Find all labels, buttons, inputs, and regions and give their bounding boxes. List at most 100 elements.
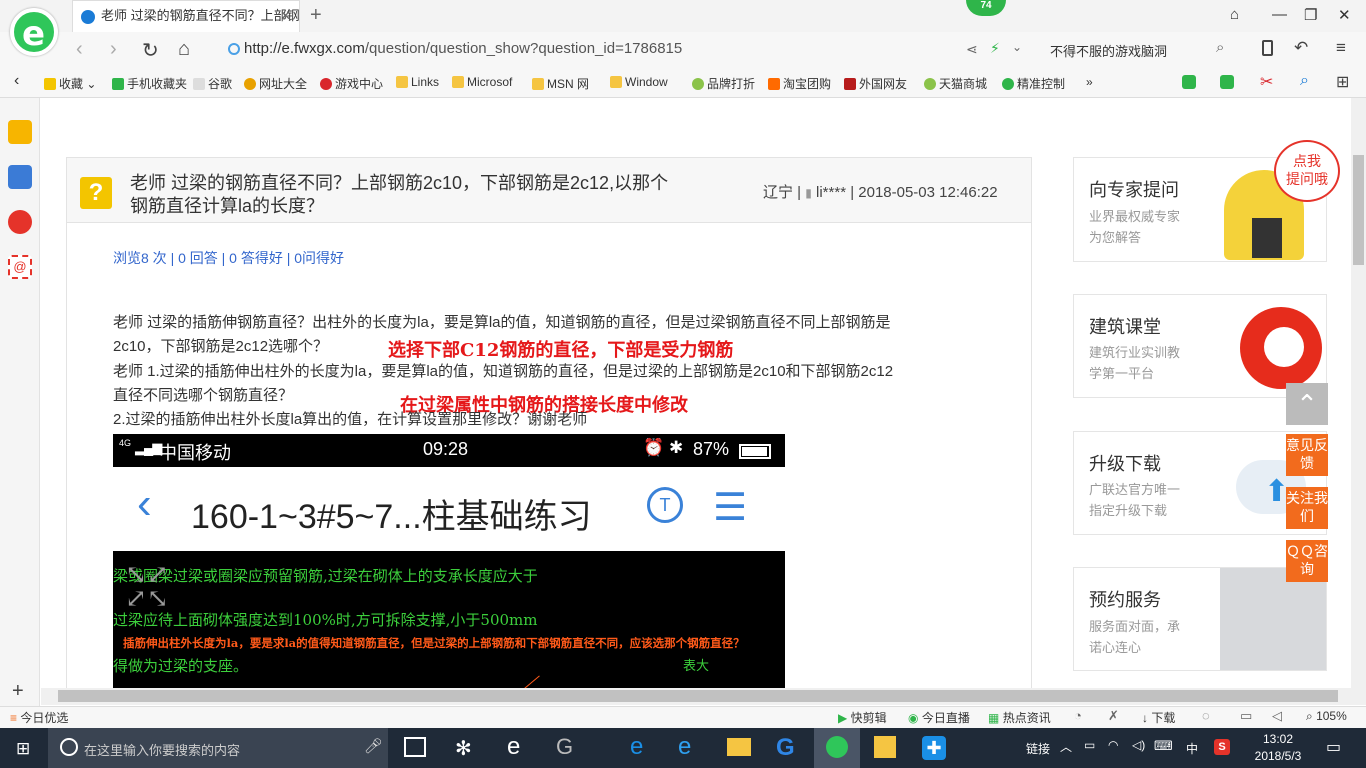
minimize-icon[interactable]: —: [1272, 6, 1287, 23]
wifi-icon[interactable]: ◠: [1108, 738, 1118, 752]
close-window-icon[interactable]: ✕: [1338, 6, 1351, 24]
forward-icon[interactable]: ›: [110, 38, 117, 61]
bookmark-item[interactable]: 品牌打折: [692, 75, 755, 92]
app-icon[interactable]: G: [556, 734, 573, 760]
close-tab-icon[interactable]: ✕: [280, 1, 291, 31]
keyboard-icon[interactable]: ⌨: [1154, 738, 1173, 754]
url-input[interactable]: http://e.fwxgx.com/question/question_sho…: [244, 40, 682, 57]
browser-tab[interactable]: 老师 过梁的钢筋直径不同？上部钢 ✕: [72, 0, 300, 32]
lightning-icon[interactable]: ⚡: [990, 40, 1000, 57]
new-tab-button[interactable]: +: [310, 4, 322, 27]
plus-app-icon[interactable]: ✚: [922, 736, 946, 760]
links-toolbar[interactable]: 链接: [1026, 740, 1050, 757]
phone-icon[interactable]: [1262, 40, 1273, 56]
share-icon[interactable]: ⋖: [966, 41, 978, 58]
status-item[interactable]: ◉ 今日直播: [908, 709, 970, 726]
ime-indicator[interactable]: 中: [1186, 740, 1198, 757]
maximize-icon[interactable]: ❐: [1304, 6, 1317, 24]
edge-icon[interactable]: e: [630, 733, 643, 761]
bookmark-item[interactable]: MSN 网: [532, 75, 589, 92]
vertical-scroll-thumb[interactable]: [1353, 155, 1364, 265]
zoom-level[interactable]: ⌕ 105%: [1306, 709, 1347, 724]
apps-icon[interactable]: ⊞: [1336, 72, 1349, 92]
service-card[interactable]: 预约服务 服务面对面，承 诺心连心: [1073, 567, 1327, 671]
fan-app-icon[interactable]: ✻: [455, 736, 472, 761]
chevron-down-icon[interactable]: ⌄: [1012, 40, 1022, 54]
more-bookmarks-icon[interactable]: »: [1086, 75, 1093, 89]
search-box[interactable]: 不得不服的游戏脑洞: [1050, 41, 1167, 60]
search-icon[interactable]: ⌕: [1216, 39, 1224, 56]
bookmark-item[interactable]: 网址大全: [244, 75, 307, 92]
reader-icon[interactable]: [8, 165, 32, 189]
taobao-icon: [768, 78, 780, 90]
search-tool-icon[interactable]: ⌕: [1300, 72, 1309, 90]
bookmark-item[interactable]: Window: [610, 75, 668, 89]
sogou-icon[interactable]: S: [1214, 739, 1230, 755]
horizontal-scroll-thumb[interactable]: [58, 690, 1338, 702]
bookmark-item[interactable]: 淘宝团购: [768, 75, 831, 92]
bookmark-item[interactable]: Links: [396, 75, 439, 89]
status-item[interactable]: ▦ 热点资讯: [988, 709, 1051, 726]
question-screenshot[interactable]: 4G ▂▄▆ 中国移动 09:28 ⏰ ✱ 87% ‹ 160-1~3#5~7.…: [113, 434, 785, 688]
screenshot-icon[interactable]: ✂: [1260, 72, 1273, 92]
bookmark-item[interactable]: 谷歌: [193, 75, 232, 92]
active-browser-task[interactable]: [814, 728, 860, 768]
site-security-icon[interactable]: [228, 43, 240, 55]
site-favicon-icon: [81, 10, 95, 24]
feedback-button[interactable]: 意见反馈: [1286, 434, 1328, 476]
speed-icon[interactable]: ◔: [1074, 708, 1082, 723]
weibo-icon[interactable]: [8, 210, 32, 234]
bookmark-item[interactable]: 手机收藏夹: [112, 75, 187, 92]
taskbar-search[interactable]: 在这里输入你要搜索的内容 🎤︎: [48, 728, 388, 768]
bookmark-item[interactable]: 精准控制: [1002, 75, 1065, 92]
home-icon[interactable]: ⌂: [178, 38, 190, 61]
user-name[interactable]: li****: [816, 184, 846, 201]
tray-chevron-icon[interactable]: ︿: [1060, 738, 1072, 755]
back-to-top-icon[interactable]: ⌃: [1286, 383, 1328, 425]
clear-icon[interactable]: ◌: [1202, 708, 1210, 723]
task-view-icon[interactable]: [404, 737, 426, 757]
tools-icon[interactable]: ✗: [1108, 708, 1119, 724]
question-text: 老师 过梁的插筋伸钢筋直径？出柱外的长度为la，要是算la的值，知道钢筋的直径，…: [113, 314, 891, 331]
back-icon[interactable]: ‹: [76, 38, 83, 61]
folder-icon: [452, 76, 464, 88]
qq-consult-button[interactable]: ＱＱ咨询: [1286, 540, 1328, 582]
ie-blue-icon[interactable]: e: [678, 733, 691, 761]
email-icon[interactable]: @: [8, 255, 32, 279]
leaf-icon: [692, 78, 704, 90]
explorer-icon[interactable]: [727, 738, 751, 756]
ie-icon[interactable]: e: [507, 733, 520, 761]
translate-icon[interactable]: [1220, 75, 1234, 89]
status-left[interactable]: ≡ 今日优选: [10, 709, 68, 726]
notification-icon[interactable]: ▭: [1326, 737, 1341, 757]
menu-icon[interactable]: ≡: [1336, 38, 1346, 58]
bookmark-item[interactable]: 收藏 ⌄: [44, 75, 96, 92]
windows-start-icon[interactable]: ⊞: [16, 740, 34, 757]
bookmark-item[interactable]: 游戏中心: [320, 75, 383, 92]
volume-icon[interactable]: ◁: [1272, 708, 1282, 724]
bookmark-item[interactable]: 天猫商城: [924, 75, 987, 92]
glodon-icon[interactable]: G: [776, 734, 795, 762]
live-icon: ◉: [908, 711, 919, 725]
microphone-icon: 🎤︎: [364, 738, 384, 755]
browser-logo[interactable]: e: [10, 8, 58, 56]
battery-tray-icon[interactable]: ▭: [1084, 738, 1095, 752]
bookmark-item[interactable]: 外国网友: [844, 75, 907, 92]
notes-icon[interactable]: [874, 736, 896, 758]
speaker-icon[interactable]: ◁): [1132, 738, 1145, 752]
status-item[interactable]: ▶ 快剪辑: [838, 709, 887, 726]
sidebar-toggle-icon[interactable]: ‹: [14, 72, 19, 90]
shield-icon[interactable]: [1182, 75, 1196, 89]
refresh-icon[interactable]: ↻: [142, 38, 159, 63]
window-icon[interactable]: ▭: [1240, 708, 1252, 724]
add-sidebar-icon[interactable]: +: [12, 680, 24, 703]
clock[interactable]: 13:02 2018/5/3: [1244, 731, 1312, 765]
follow-button[interactable]: 关注我们: [1286, 487, 1328, 529]
status-item[interactable]: ↓ 下载: [1142, 709, 1175, 726]
bookmark-item[interactable]: Microsof: [452, 75, 512, 89]
game-icon: [320, 78, 332, 90]
ask-bubble[interactable]: 点我 提问哦: [1274, 140, 1340, 202]
undo-icon[interactable]: ↶: [1294, 38, 1308, 58]
skin-icon[interactable]: ⌂: [1230, 6, 1239, 23]
favorites-star-icon[interactable]: [8, 120, 32, 144]
